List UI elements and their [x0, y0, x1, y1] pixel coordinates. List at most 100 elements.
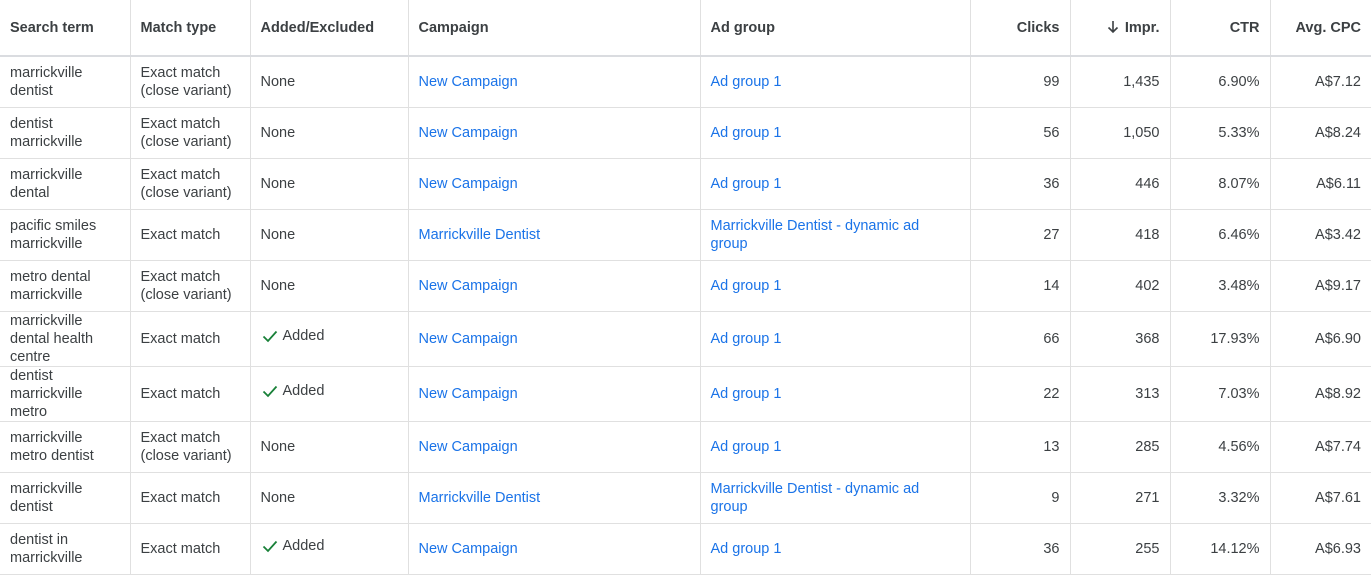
campaign-cell: New Campaign — [408, 523, 701, 575]
impr-cell: 1,435 — [1070, 56, 1171, 108]
match-type-cell: Exact match (close variant) — [130, 421, 251, 473]
match-type-cell: Exact match — [130, 366, 251, 422]
clicks-cell: 66 — [970, 311, 1071, 367]
added-excluded-status: None — [260, 438, 296, 455]
search-term-cell: dentist in marrickville — [0, 523, 131, 575]
ctr-cell: 6.90% — [1170, 56, 1271, 108]
campaign-link[interactable]: Marrickville Dentist — [419, 227, 541, 243]
campaign-cell: New Campaign — [408, 56, 701, 108]
clicks-cell: 22 — [970, 366, 1071, 422]
table-body: marrickville dentist Exact match (close … — [0, 56, 1371, 575]
clicks-cell: 14 — [970, 260, 1071, 312]
avg-cpc-cell: A$7.61 — [1270, 472, 1371, 524]
impr-cell: 368 — [1070, 311, 1171, 367]
campaign-link[interactable]: New Campaign — [419, 176, 518, 192]
ad-group-link[interactable]: Marrickville Dentist - dynamic ad group — [711, 218, 920, 252]
added-excluded-cell: None — [250, 56, 409, 108]
search-term-cell: metro dental marrickville — [0, 260, 131, 312]
table-header: Search term Match type Added/Excluded Ca… — [0, 0, 1371, 57]
ad-group-link[interactable]: Ad group 1 — [711, 331, 782, 347]
impr-cell: 271 — [1070, 472, 1171, 524]
ad-group-cell: Marrickville Dentist - dynamic ad group — [700, 472, 971, 524]
campaign-link[interactable]: New Campaign — [419, 386, 518, 402]
avg-cpc-cell: A$3.42 — [1270, 209, 1371, 261]
search-term-cell: marrickville dentist — [0, 472, 131, 524]
campaign-cell: New Campaign — [408, 421, 701, 473]
impr-cell: 402 — [1070, 260, 1171, 312]
checkmark-icon — [262, 540, 277, 553]
campaign-link[interactable]: New Campaign — [419, 74, 518, 90]
table-row: marrickville dentist Exact match None Ma… — [0, 472, 1371, 524]
campaign-link[interactable]: New Campaign — [419, 439, 518, 455]
ad-group-link[interactable]: Ad group 1 — [711, 386, 782, 402]
clicks-cell: 99 — [970, 56, 1071, 108]
campaign-link[interactable]: New Campaign — [419, 125, 518, 141]
col-clicks[interactable]: Clicks — [970, 0, 1071, 57]
campaign-cell: New Campaign — [408, 107, 701, 159]
avg-cpc-cell: A$7.12 — [1270, 56, 1371, 108]
clicks-cell: 27 — [970, 209, 1071, 261]
ctr-cell: 6.46% — [1170, 209, 1271, 261]
added-excluded-cell: None — [250, 260, 409, 312]
match-type-cell: Exact match — [130, 311, 251, 367]
table-row: marrickville dental health centre Exact … — [0, 311, 1371, 367]
sort-descending-arrow-icon — [1107, 20, 1118, 33]
added-excluded-cell: None — [250, 107, 409, 159]
search-term-cell: marrickville dental health centre — [0, 311, 131, 367]
campaign-link[interactable]: Marrickville Dentist — [419, 490, 541, 506]
col-match-type[interactable]: Match type — [130, 0, 251, 57]
campaign-cell: Marrickville Dentist — [408, 472, 701, 524]
ad-group-cell: Ad group 1 — [700, 366, 971, 422]
col-added-excluded[interactable]: Added/Excluded — [250, 0, 409, 57]
table-row: marrickville dentist Exact match (close … — [0, 56, 1371, 108]
ctr-cell: 5.33% — [1170, 107, 1271, 159]
ad-group-link[interactable]: Marrickville Dentist - dynamic ad group — [711, 481, 920, 515]
clicks-cell: 36 — [970, 523, 1071, 575]
ctr-cell: 17.93% — [1170, 311, 1271, 367]
table-row: marrickville dental Exact match (close v… — [0, 158, 1371, 210]
avg-cpc-cell: A$6.11 — [1270, 158, 1371, 210]
match-type-cell: Exact match — [130, 209, 251, 261]
added-excluded-cell: None — [250, 472, 409, 524]
col-campaign[interactable]: Campaign — [408, 0, 701, 57]
ad-group-cell: Ad group 1 — [700, 311, 971, 367]
search-term-cell: marrickville metro dentist — [0, 421, 131, 473]
search-term-cell: marrickville dentist — [0, 56, 131, 108]
campaign-link[interactable]: New Campaign — [419, 541, 518, 557]
col-impr[interactable]: Impr. — [1070, 0, 1171, 57]
clicks-cell: 36 — [970, 158, 1071, 210]
ctr-cell: 7.03% — [1170, 366, 1271, 422]
added-excluded-status: None — [260, 124, 296, 141]
col-ctr[interactable]: CTR — [1170, 0, 1271, 57]
campaign-link[interactable]: New Campaign — [419, 278, 518, 294]
ad-group-link[interactable]: Ad group 1 — [711, 541, 782, 557]
search-term-cell: marrickville dental — [0, 158, 131, 210]
ad-group-cell: Ad group 1 — [700, 56, 971, 108]
ad-group-link[interactable]: Ad group 1 — [711, 278, 782, 294]
checkmark-icon — [262, 330, 277, 343]
impr-cell: 1,050 — [1070, 107, 1171, 159]
match-type-cell: Exact match — [130, 472, 251, 524]
ad-group-link[interactable]: Ad group 1 — [711, 439, 782, 455]
match-type-cell: Exact match — [130, 523, 251, 575]
ad-group-cell: Marrickville Dentist - dynamic ad group — [700, 209, 971, 261]
col-search-term[interactable]: Search term — [0, 0, 131, 57]
added-excluded-status: None — [260, 226, 296, 243]
col-impr-label: Impr. — [1124, 19, 1160, 36]
table-row: marrickville metro dentist Exact match (… — [0, 421, 1371, 473]
avg-cpc-cell: A$6.90 — [1270, 311, 1371, 367]
campaign-cell: New Campaign — [408, 260, 701, 312]
impr-cell: 446 — [1070, 158, 1171, 210]
ctr-cell: 4.56% — [1170, 421, 1271, 473]
ad-group-link[interactable]: Ad group 1 — [711, 125, 782, 141]
ad-group-link[interactable]: Ad group 1 — [711, 176, 782, 192]
search-terms-table: Search term Match type Added/Excluded Ca… — [0, 0, 1371, 575]
campaign-cell: New Campaign — [408, 366, 701, 422]
ctr-cell: 8.07% — [1170, 158, 1271, 210]
campaign-link[interactable]: New Campaign — [419, 331, 518, 347]
col-avg-cpc[interactable]: Avg. CPC — [1270, 0, 1371, 57]
col-ad-group[interactable]: Ad group — [700, 0, 971, 57]
avg-cpc-cell: A$7.74 — [1270, 421, 1371, 473]
ad-group-link[interactable]: Ad group 1 — [711, 74, 782, 90]
clicks-cell: 9 — [970, 472, 1071, 524]
